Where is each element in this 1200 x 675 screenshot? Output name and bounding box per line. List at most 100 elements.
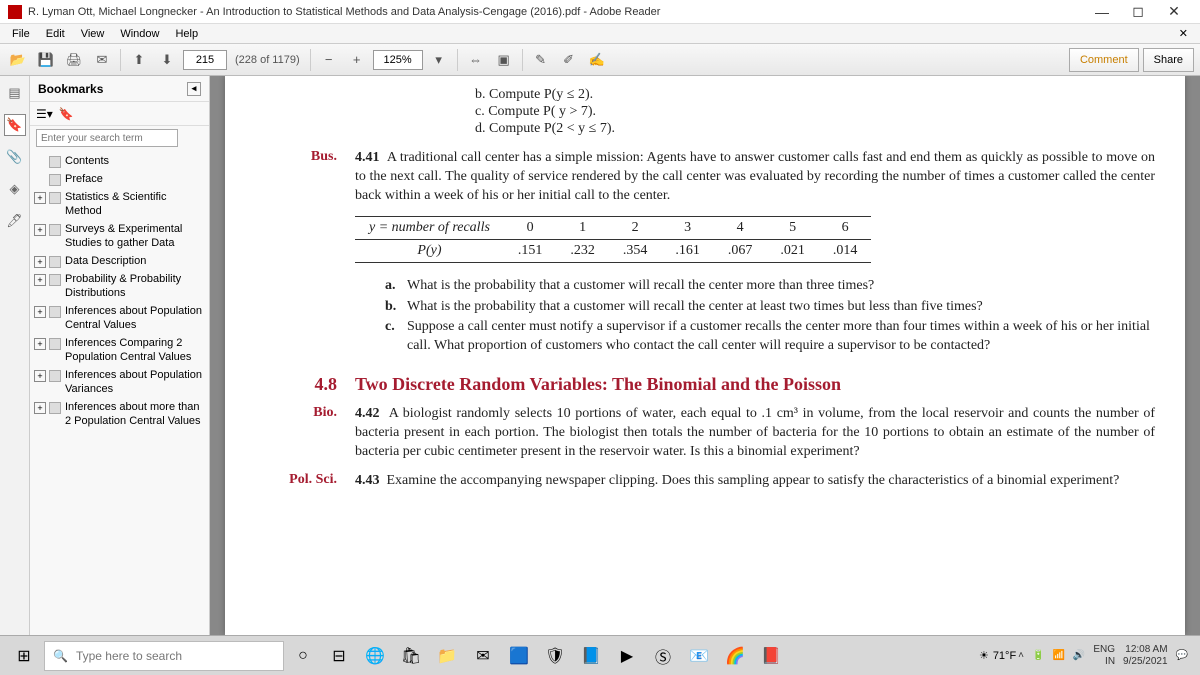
bookmark-icon xyxy=(49,174,61,186)
notifications-icon[interactable]: 💬 xyxy=(1176,650,1188,661)
doc-close-icon[interactable]: ✕ xyxy=(1171,25,1196,42)
edge-icon[interactable]: 🌐 xyxy=(358,640,392,672)
menu-bar: File Edit View Window Help ✕ xyxy=(0,24,1200,44)
save-icon[interactable]: 💾 xyxy=(34,48,58,72)
num-443: 4.43 xyxy=(355,473,380,488)
comment-button[interactable]: Comment xyxy=(1069,48,1139,72)
zoom-out-icon[interactable]: − xyxy=(317,48,341,72)
store-icon[interactable]: 🛍 xyxy=(394,640,428,672)
menu-file[interactable]: File xyxy=(4,26,38,42)
bookmark-item[interactable]: +Probability & Probability Distributions xyxy=(30,270,209,302)
app-icon-1[interactable]: 🟦 xyxy=(502,640,536,672)
expand-icon[interactable]: + xyxy=(34,256,46,268)
expand-icon[interactable]: + xyxy=(34,274,46,286)
menu-help[interactable]: Help xyxy=(167,26,206,42)
adobe-icon[interactable]: 📕 xyxy=(754,640,788,672)
app-icon-2[interactable]: 🛡 xyxy=(538,640,572,672)
weather-temp: 71°F xyxy=(993,650,1016,662)
explorer-icon[interactable]: 📁 xyxy=(430,640,464,672)
text-442: A biologist randomly selects 10 portions… xyxy=(355,406,1155,459)
taskbar-search[interactable]: 🔍 Type here to search xyxy=(44,641,284,671)
bookmark-icon xyxy=(49,370,61,382)
bookmark-item[interactable]: +Data Description xyxy=(30,252,209,270)
taskbar: ⊞ 🔍 Type here to search ○ ⊟ 🌐 🛍 📁 ✉ 🟦 🛡 … xyxy=(0,635,1200,675)
page-total: (228 of 1179) xyxy=(231,54,304,66)
print-icon[interactable]: 🖨 xyxy=(62,48,86,72)
close-button[interactable]: ✕ xyxy=(1156,1,1192,23)
fit-width-icon[interactable]: ⇔ xyxy=(464,48,488,72)
bookmark-item[interactable]: Contents xyxy=(30,152,209,170)
collapse-panel-icon[interactable]: ◂ xyxy=(187,82,201,96)
expand-icon[interactable]: + xyxy=(34,306,46,318)
expand-icon[interactable]: + xyxy=(34,338,46,350)
attachments-icon[interactable]: 📎 xyxy=(4,146,26,168)
mail-icon[interactable]: ✉ xyxy=(90,48,114,72)
bookmarks-header: Bookmarks ◂ xyxy=(30,76,209,102)
outlook-icon[interactable]: 📧 xyxy=(682,640,716,672)
expand-icon[interactable]: + xyxy=(34,192,46,204)
bookmark-item[interactable]: +Statistics & Scientific Method xyxy=(30,188,209,220)
window-title: R. Lyman Ott, Michael Longnecker - An In… xyxy=(28,6,1084,18)
lang2: IN xyxy=(1093,656,1115,668)
toolbar: 📂 💾 🖨 ✉ ⬆ ⬇ (228 of 1179) − + ▾ ⇔ ▣ ✎ ✐ … xyxy=(0,44,1200,76)
bookmarks-icon[interactable]: 🔖 xyxy=(4,114,26,136)
bookmarks-list[interactable]: ContentsPreface+Statistics & Scientific … xyxy=(30,150,209,635)
bookmark-item[interactable]: +Inferences about Population Variances xyxy=(30,366,209,398)
start-button[interactable]: ⊞ xyxy=(6,640,42,672)
word-icon[interactable]: 📘 xyxy=(574,640,608,672)
bookmark-item[interactable]: +Inferences Comparing 2 Population Centr… xyxy=(30,334,209,366)
item-b: b. Compute P(y ≤ 2). xyxy=(475,87,1155,103)
tray-up-icon[interactable]: ˄ xyxy=(1018,650,1024,661)
page-up-icon[interactable]: ⬆ xyxy=(127,48,151,72)
annotate-icon[interactable]: ✎ xyxy=(529,48,553,72)
expand-icon[interactable]: + xyxy=(34,402,46,414)
fit-page-icon[interactable]: ▣ xyxy=(492,48,516,72)
menu-edit[interactable]: Edit xyxy=(38,26,73,42)
zoom-input[interactable] xyxy=(373,50,423,70)
signatures-icon[interactable]: 🖊 xyxy=(4,210,26,232)
expand-icon[interactable]: + xyxy=(34,224,46,236)
expand-icon[interactable]: + xyxy=(34,370,46,382)
wifi-icon[interactable]: 📶 xyxy=(1052,650,1064,661)
maximize-button[interactable]: ◻ xyxy=(1120,1,1156,23)
section-title: Two Discrete Random Variables: The Binom… xyxy=(355,374,1155,395)
bookmark-item[interactable]: + Inferences about Population Central Val… xyxy=(30,302,209,334)
bookmark-item[interactable]: +Surveys & Experimental Studies to gathe… xyxy=(30,220,209,252)
menu-window[interactable]: Window xyxy=(112,26,167,42)
bookmark-icon xyxy=(49,156,61,168)
sub-b: What is the probability that a customer … xyxy=(407,298,983,317)
page-down-icon[interactable]: ⬇ xyxy=(155,48,179,72)
zoom-in-icon[interactable]: + xyxy=(345,48,369,72)
mail-app-icon[interactable]: ✉ xyxy=(466,640,500,672)
skype-icon[interactable]: Ⓢ xyxy=(646,640,680,672)
sound-icon[interactable]: 🔊 xyxy=(1073,650,1085,661)
layers-icon[interactable]: ◈ xyxy=(4,178,26,200)
sign-icon[interactable]: ✍ xyxy=(585,48,609,72)
minimize-button[interactable]: — xyxy=(1084,1,1120,23)
document-view[interactable]: b. Compute P(y ≤ 2). c. Compute P( y > 7… xyxy=(210,76,1200,635)
bookmark-search-input[interactable] xyxy=(36,129,178,147)
bookmark-item[interactable]: + Inferences about more than 2 Population… xyxy=(30,398,209,430)
bookmark-label: Inferences about Population Central Valu… xyxy=(65,304,205,332)
thumbnails-icon[interactable]: ▤ xyxy=(4,82,26,104)
sub-a: What is the probability that a customer … xyxy=(407,277,874,296)
media-icon[interactable]: ▶ xyxy=(610,640,644,672)
open-icon[interactable]: 📂 xyxy=(6,48,30,72)
weather-widget[interactable]: ☀ 71°F xyxy=(979,649,1016,662)
bm-options-icon[interactable]: ☰▾ xyxy=(36,107,53,121)
page-input[interactable] xyxy=(183,50,227,70)
num-441: 4.41 xyxy=(355,150,380,165)
highlight-icon[interactable]: ✐ xyxy=(557,48,581,72)
bm-new-icon[interactable]: 🔖 xyxy=(59,107,74,121)
system-tray[interactable]: ˄ 🔋 📶 🔊 ENG IN 12:08 AM 9/25/2021 💬 xyxy=(1018,644,1194,668)
bookmark-item[interactable]: Preface xyxy=(30,170,209,188)
cortana-icon[interactable]: ○ xyxy=(286,640,320,672)
battery-icon[interactable]: 🔋 xyxy=(1032,650,1044,661)
bookmark-label: Inferences about more than 2 Population … xyxy=(65,400,205,428)
share-button[interactable]: Share xyxy=(1143,48,1194,72)
section-heading: 4.8 Two Discrete Random Variables: The B… xyxy=(285,374,1155,395)
menu-view[interactable]: View xyxy=(73,26,113,42)
taskview-icon[interactable]: ⊟ xyxy=(322,640,356,672)
zoom-dropdown-icon[interactable]: ▾ xyxy=(427,48,451,72)
chrome-icon[interactable]: 🌈 xyxy=(718,640,752,672)
